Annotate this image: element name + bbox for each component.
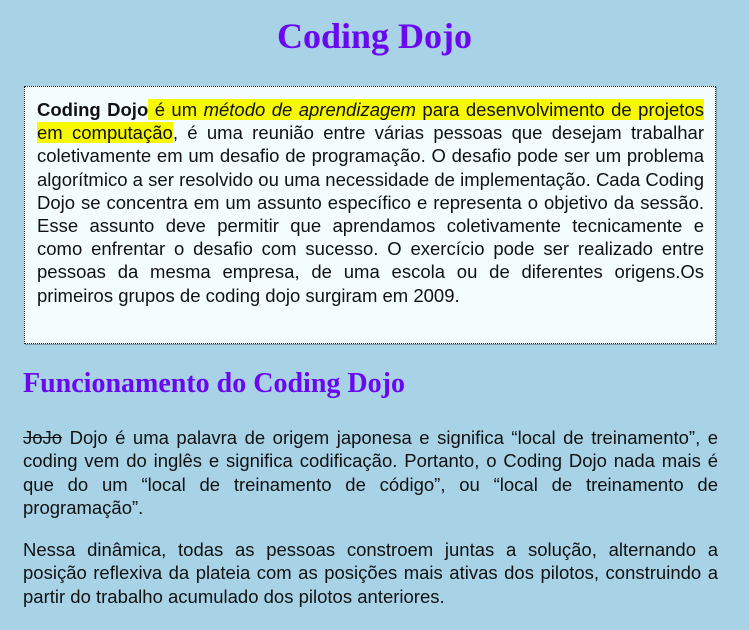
- intro-rest: , é uma reunião entre várias pessoas que…: [37, 122, 705, 306]
- page-title: Coding Dojo: [276, 16, 473, 56]
- intro-highlight-italic: método de aprendizagem: [203, 99, 416, 120]
- section-paragraph-1: JoJo Dojo é uma palavra de origem japone…: [23, 426, 718, 519]
- intro-box: Coding Dojo é um método de aprendizagem …: [24, 86, 716, 344]
- section-paragraph-1-text: Dojo é uma palavra de origem japonesa e …: [23, 427, 718, 518]
- intro-highlight-pre: é um: [148, 99, 204, 120]
- struck-text: JoJo: [23, 427, 63, 448]
- section-paragraph-2: Nessa dinâmica, todas as pessoas constro…: [23, 539, 718, 607]
- intro-bold-term: Coding Dojo: [37, 99, 149, 120]
- section-title: Funcionamento do Coding Dojo: [23, 368, 405, 399]
- intro-paragraph: Coding Dojo é um método de aprendizagem …: [37, 98, 704, 307]
